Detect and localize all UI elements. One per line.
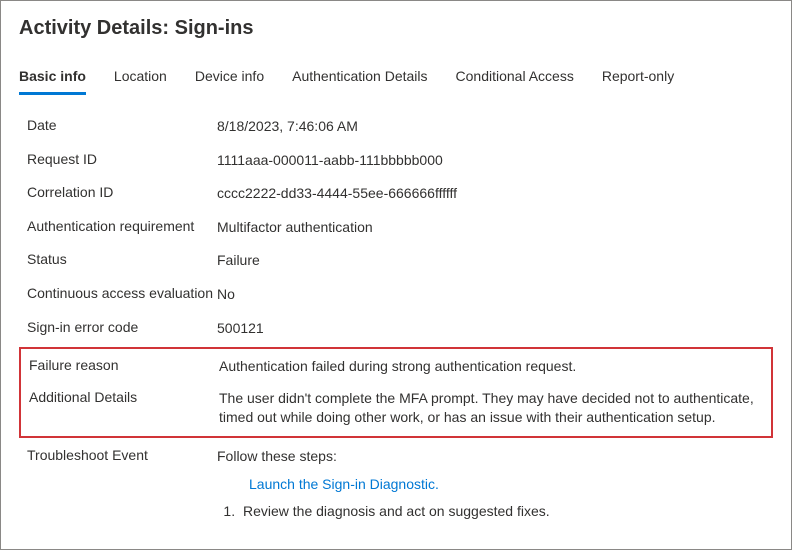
value-troubleshoot: Follow these steps: Launch the Sign-in D… <box>217 447 773 522</box>
label-date: Date <box>19 117 217 133</box>
value-status: Failure <box>217 251 773 271</box>
tab-authentication-details[interactable]: Authentication Details <box>292 68 427 95</box>
value-request-id: 1111aaa-000011-aabb-111bbbbb000 <box>217 151 773 171</box>
value-cae: No <box>217 285 773 305</box>
label-cae: Continuous access evaluation <box>19 285 217 301</box>
tab-basic-info[interactable]: Basic info <box>19 68 86 95</box>
tab-strip: Basic info Location Device info Authenti… <box>19 68 773 96</box>
value-failure-reason: Authentication failed during strong auth… <box>219 357 771 377</box>
label-auth-requirement: Authentication requirement <box>19 218 217 234</box>
value-error-code: 500121 <box>217 319 773 339</box>
troubleshoot-step-1: Review the diagnosis and act on suggeste… <box>239 502 773 522</box>
page-title: Activity Details: Sign-ins <box>19 17 773 40</box>
row-troubleshoot: Troubleshoot Event Follow these steps: L… <box>19 440 773 529</box>
highlighted-fields: Failure reason Authentication failed dur… <box>19 347 773 438</box>
activity-details-panel: Activity Details: Sign-ins Basic info Lo… <box>0 0 792 550</box>
row-cae: Continuous access evaluation No <box>19 278 773 312</box>
label-request-id: Request ID <box>19 151 217 167</box>
tab-location[interactable]: Location <box>114 68 167 95</box>
row-failure-reason: Failure reason Authentication failed dur… <box>21 351 771 383</box>
troubleshoot-steps: Review the diagnosis and act on suggeste… <box>239 502 773 522</box>
launch-diagnostic-link[interactable]: Launch the Sign-in Diagnostic. <box>249 475 773 495</box>
label-status: Status <box>19 251 217 267</box>
value-correlation-id: cccc2222-dd33-4444-55ee-666666ffffff <box>217 184 773 204</box>
label-correlation-id: Correlation ID <box>19 184 217 200</box>
row-date: Date 8/18/2023, 7:46:06 AM <box>19 110 773 144</box>
row-correlation-id: Correlation ID cccc2222-dd33-4444-55ee-6… <box>19 177 773 211</box>
label-additional-details: Additional Details <box>21 389 219 405</box>
details-list: Date 8/18/2023, 7:46:06 AM Request ID 11… <box>19 110 773 529</box>
value-auth-requirement: Multifactor authentication <box>217 218 773 238</box>
label-troubleshoot: Troubleshoot Event <box>19 447 217 463</box>
troubleshoot-intro: Follow these steps: <box>217 447 773 467</box>
tab-conditional-access[interactable]: Conditional Access <box>456 68 574 95</box>
row-request-id: Request ID 1111aaa-000011-aabb-111bbbbb0… <box>19 144 773 178</box>
label-error-code: Sign-in error code <box>19 319 217 335</box>
label-failure-reason: Failure reason <box>21 357 219 373</box>
row-auth-requirement: Authentication requirement Multifactor a… <box>19 211 773 245</box>
row-additional-details: Additional Details The user didn't compl… <box>21 383 771 434</box>
tab-device-info[interactable]: Device info <box>195 68 264 95</box>
tab-report-only[interactable]: Report-only <box>602 68 674 95</box>
row-status: Status Failure <box>19 244 773 278</box>
row-error-code: Sign-in error code 500121 <box>19 312 773 346</box>
value-additional-details: The user didn't complete the MFA prompt.… <box>219 389 771 428</box>
value-date: 8/18/2023, 7:46:06 AM <box>217 117 773 137</box>
